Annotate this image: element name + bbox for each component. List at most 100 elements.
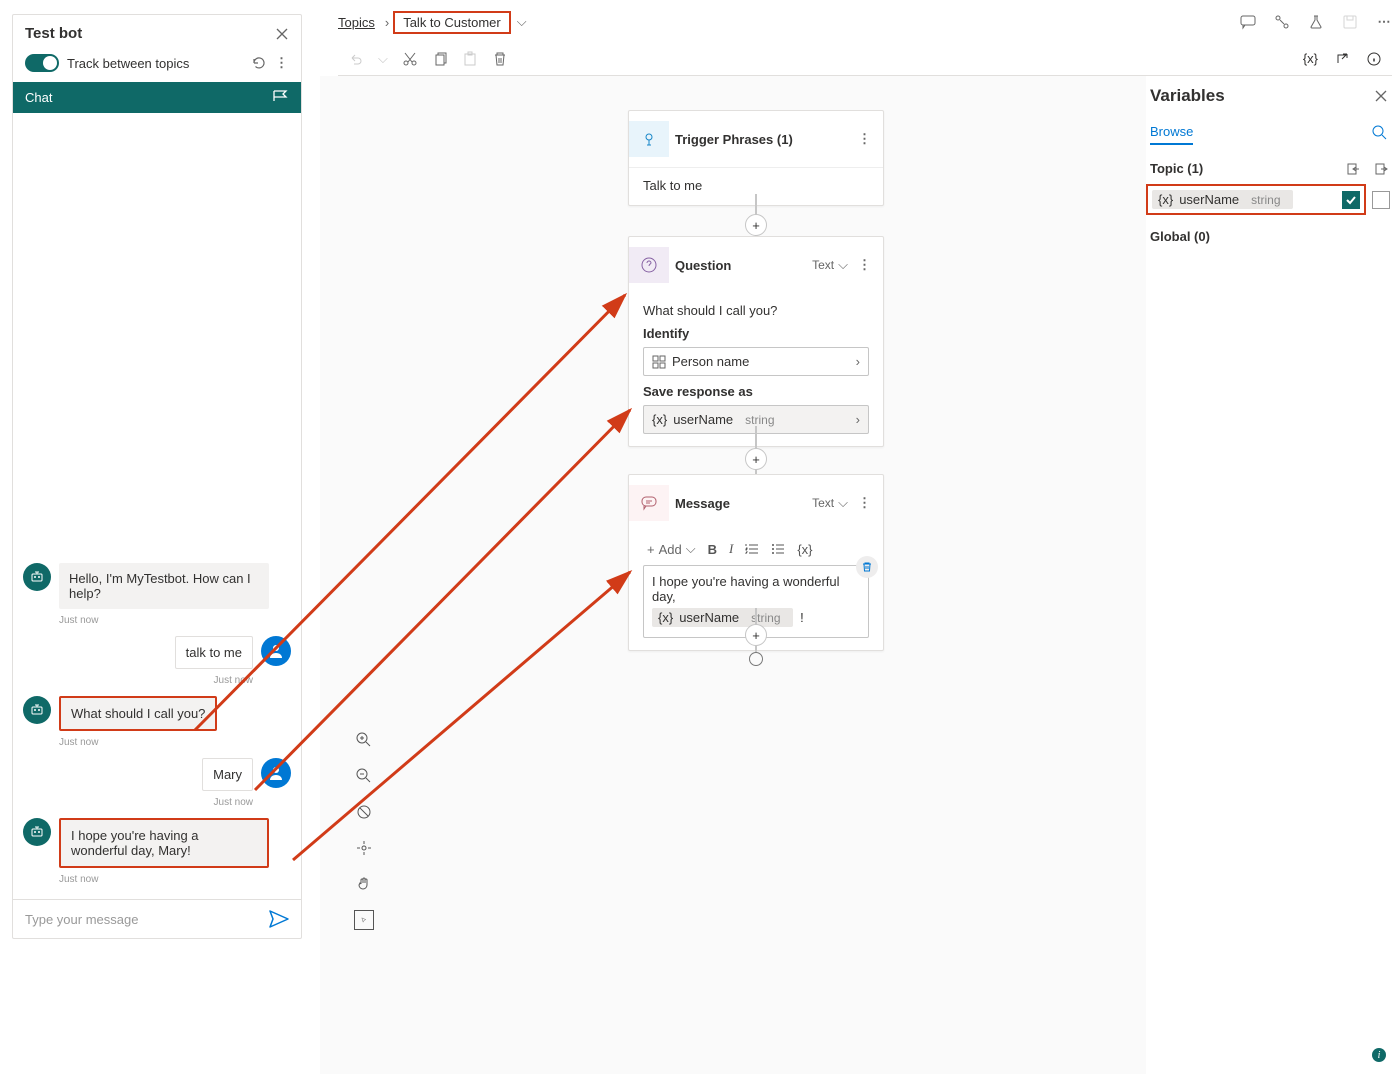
question-body: What should I call you? Identify Person …	[629, 293, 883, 446]
reload-icon[interactable]	[251, 55, 267, 71]
timestamp: Just now	[23, 797, 253, 808]
more-icon[interactable]: ⋯	[1376, 14, 1392, 30]
node-header: Question Text ⌵ ⋮	[629, 237, 883, 293]
node-title: Question	[675, 258, 812, 273]
info-badge[interactable]: i	[1372, 1048, 1386, 1062]
bot-avatar-icon	[23, 696, 51, 724]
info-circle-icon[interactable]	[1366, 51, 1382, 67]
flow-canvas[interactable]: Trigger Phrases (1) ⋮ Talk to me + Quest…	[320, 76, 1146, 1074]
add-node-button[interactable]: +	[745, 624, 767, 646]
bot-avatar-icon	[23, 818, 51, 846]
bold-button[interactable]: B	[708, 542, 717, 557]
chat-icon[interactable]	[1240, 14, 1256, 30]
question-node[interactable]: Question Text ⌵ ⋮ What should I call you…	[628, 236, 884, 447]
export-icon[interactable]	[1374, 162, 1388, 176]
variable-x: {x}	[1158, 192, 1173, 207]
end-node	[749, 652, 763, 666]
browse-tab[interactable]: Browse	[1150, 120, 1193, 145]
send-icon[interactable]	[269, 910, 289, 928]
chat-input-row: Type your message	[13, 899, 301, 938]
checkbox-unchecked[interactable]	[1372, 191, 1390, 209]
message-icon	[629, 485, 669, 521]
variable-icon[interactable]: {x}	[1303, 51, 1318, 66]
close-icon[interactable]	[275, 27, 289, 41]
test-icon[interactable]	[1274, 14, 1290, 30]
breadcrumb-current[interactable]: Talk to Customer	[393, 11, 511, 34]
pan-icon[interactable]	[354, 874, 374, 894]
fit-icon[interactable]	[354, 802, 374, 822]
cut-icon[interactable]	[402, 51, 418, 67]
variable-x: {x}	[652, 412, 667, 427]
chevron-down-icon[interactable]: ⌵	[517, 14, 527, 30]
undo-icon[interactable]	[348, 51, 364, 67]
zoom-controls	[348, 730, 380, 930]
flask-icon[interactable]	[1308, 14, 1324, 30]
add-node-button[interactable]: +	[745, 448, 767, 470]
list-bullet-icon[interactable]	[771, 543, 785, 555]
delete-icon[interactable]	[492, 51, 508, 67]
more-icon[interactable]: ⋮	[854, 257, 875, 273]
delete-icon[interactable]	[856, 556, 878, 578]
recenter-icon[interactable]	[354, 838, 374, 858]
variable-item[interactable]: {x} userName string	[1146, 184, 1366, 215]
timestamp: Just now	[59, 874, 291, 885]
more-icon[interactable]: ⋮	[854, 131, 875, 147]
checkbox-checked[interactable]	[1342, 191, 1360, 209]
user-message-highlighted: Mary	[202, 758, 253, 791]
variable-row: {x} userName string	[1146, 182, 1392, 217]
chevron-right-icon: ›	[856, 354, 860, 369]
timestamp: Just now	[59, 615, 291, 626]
variable-x: {x}	[658, 610, 673, 625]
track-toggle[interactable]	[25, 54, 59, 72]
trigger-node[interactable]: Trigger Phrases (1) ⋮ Talk to me	[628, 110, 884, 206]
bot-message-row: I hope you're having a wonderful day, Ma…	[23, 818, 291, 868]
zoom-in-icon[interactable]	[354, 730, 374, 750]
chevron-down-icon[interactable]: ⌵	[378, 51, 388, 67]
variable-insert-button[interactable]: {x}	[797, 542, 812, 557]
testbot-title: Test bot	[25, 25, 275, 42]
node-header: Trigger Phrases (1) ⋮	[629, 111, 883, 167]
message-text: I hope you're having a wonderful day,	[652, 574, 860, 604]
timestamp: Just now	[23, 675, 253, 686]
trigger-icon	[629, 121, 669, 157]
chat-input[interactable]: Type your message	[25, 912, 269, 927]
entity-icon	[652, 355, 666, 369]
user-message: talk to me	[175, 636, 253, 669]
bot-message-row: Hello, I'm MyTestbot. How can I help?	[23, 563, 291, 609]
topbar: Topics › Talk to Customer ⌵ ⋯	[338, 8, 1392, 36]
list-ordered-icon[interactable]	[745, 543, 759, 555]
zoom-out-icon[interactable]	[354, 766, 374, 786]
add-node-button[interactable]: +	[745, 214, 767, 236]
bot-message-row: What should I call you?	[23, 696, 291, 731]
chevron-down-icon[interactable]: ⌵	[838, 495, 848, 511]
italic-button[interactable]: I	[729, 541, 733, 557]
track-label: Track between topics	[67, 56, 243, 71]
flag-icon[interactable]	[273, 90, 289, 102]
cursor-icon[interactable]	[354, 910, 374, 930]
save-label: Save response as	[643, 384, 869, 399]
node-title: Trigger Phrases (1)	[675, 132, 854, 147]
bot-message-highlighted: I hope you're having a wonderful day, Ma…	[59, 818, 269, 868]
breadcrumb-topics[interactable]: Topics	[338, 15, 375, 30]
variables-tabs: Browse	[1146, 116, 1392, 151]
close-icon[interactable]	[1374, 89, 1388, 103]
identify-field[interactable]: Person name ›	[643, 347, 869, 376]
copy-icon[interactable]	[432, 51, 448, 67]
variables-panel: Variables Browse Topic (1) {x} userName …	[1146, 78, 1392, 244]
more-icon[interactable]: ⋮	[275, 55, 289, 71]
paste-icon[interactable]	[462, 51, 478, 67]
more-icon[interactable]: ⋮	[854, 495, 875, 511]
open-icon[interactable]	[1334, 51, 1350, 67]
scope-row: Topic (1)	[1146, 151, 1392, 182]
add-button[interactable]: + Add ⌵	[647, 541, 696, 557]
variable-chip[interactable]: {x} userName string	[652, 608, 793, 627]
import-icon[interactable]	[1346, 162, 1360, 176]
variables-header: Variables	[1146, 78, 1392, 116]
save-icon[interactable]	[1342, 14, 1358, 30]
user-message-row: Mary	[23, 758, 291, 791]
bot-message: Hello, I'm MyTestbot. How can I help?	[59, 563, 269, 609]
chat-header: Chat	[13, 82, 301, 113]
chevron-down-icon[interactable]: ⌵	[838, 257, 848, 273]
search-icon[interactable]	[1372, 125, 1388, 141]
testbot-header: Test bot	[13, 15, 301, 50]
